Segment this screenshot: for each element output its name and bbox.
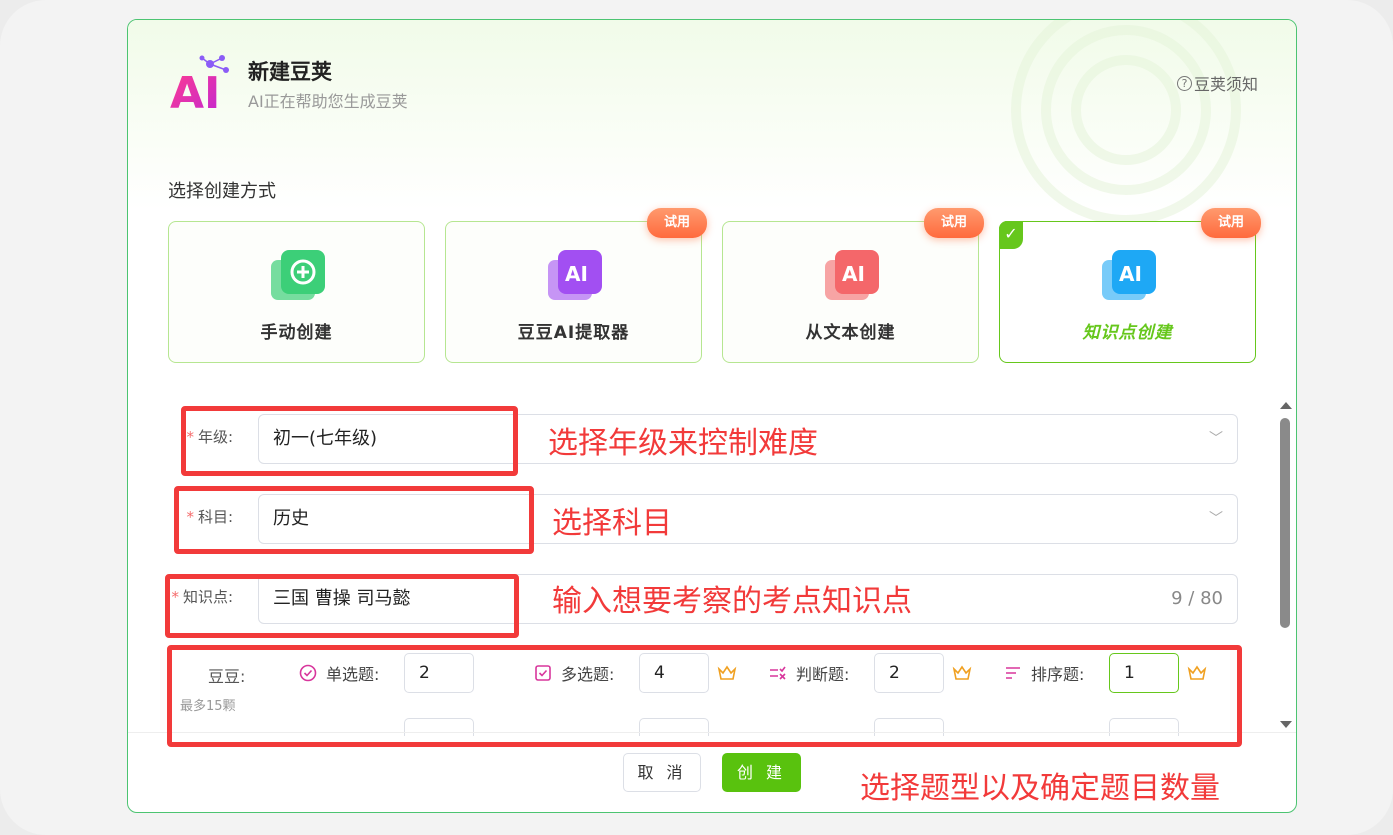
card-ai-extractor[interactable]: 试用 AI 豆豆AI提取器 — [445, 208, 707, 363]
svg-text:AI: AI — [1119, 262, 1142, 286]
form-scrollbar[interactable] — [1278, 400, 1292, 730]
annotation-grade: 选择年级来控制难度 — [548, 426, 818, 461]
trial-badge: 试用 — [1201, 208, 1261, 238]
chevron-down-icon: ﹀ — [1209, 431, 1223, 447]
trial-badge: 试用 — [924, 208, 984, 238]
chevron-down-icon: ﹀ — [1209, 511, 1223, 527]
highlight-subject — [174, 486, 534, 554]
highlight-question-types — [167, 645, 1242, 747]
annotation-subject: 选择科目 — [552, 506, 672, 541]
header-background — [128, 20, 1296, 225]
trial-badge: 试用 — [647, 208, 707, 238]
card-manual-create[interactable]: 手动创建 — [168, 221, 425, 363]
card-label: 豆豆AI提取器 — [517, 323, 630, 343]
card-label: 手动创建 — [260, 323, 333, 343]
cancel-button[interactable]: 取 消 — [623, 753, 701, 792]
question-circle-icon: ? — [1176, 75, 1192, 91]
scroll-down-icon[interactable] — [1280, 721, 1292, 728]
check-icon: ✓ — [999, 221, 1023, 249]
card-label: 知识点创建 — [1082, 323, 1173, 343]
dialog-subtitle: AI正在帮助您生成豆荚 — [248, 92, 408, 111]
annotation-knowledge: 输入想要考察的考点知识点 — [552, 584, 912, 619]
scroll-up-icon[interactable] — [1280, 402, 1292, 409]
card-label: 从文本创建 — [805, 323, 896, 343]
create-button[interactable]: 创 建 — [722, 753, 801, 792]
ai-icon: AI — [823, 246, 883, 302]
card-text-create[interactable]: 试用 AI 从文本创建 — [722, 208, 984, 363]
svg-text:AI: AI — [170, 68, 220, 112]
highlight-grade — [181, 406, 518, 476]
pod-notice-label: 豆荚须知 — [1193, 75, 1258, 94]
card-knowledge-create[interactable]: ✓ 试用 AI 知识点创建 — [999, 208, 1261, 363]
plus-circle-icon — [269, 246, 329, 302]
svg-text:AI: AI — [565, 262, 588, 286]
dialog-title: 新建豆荚 — [248, 60, 332, 84]
scroll-thumb[interactable] — [1280, 418, 1290, 628]
pod-notice-link[interactable]: ? 豆荚须知 — [1176, 71, 1258, 95]
svg-text:AI: AI — [842, 262, 865, 286]
annotation-question-types: 选择题型以及确定题目数量 — [860, 771, 1220, 806]
ai-logo: AI — [170, 52, 232, 119]
creation-method-label: 选择创建方式 — [168, 181, 276, 202]
char-count: 9 / 80 — [1171, 588, 1223, 609]
ai-icon: AI — [546, 246, 606, 302]
highlight-knowledge — [165, 574, 519, 638]
ai-icon: AI — [1100, 246, 1160, 302]
